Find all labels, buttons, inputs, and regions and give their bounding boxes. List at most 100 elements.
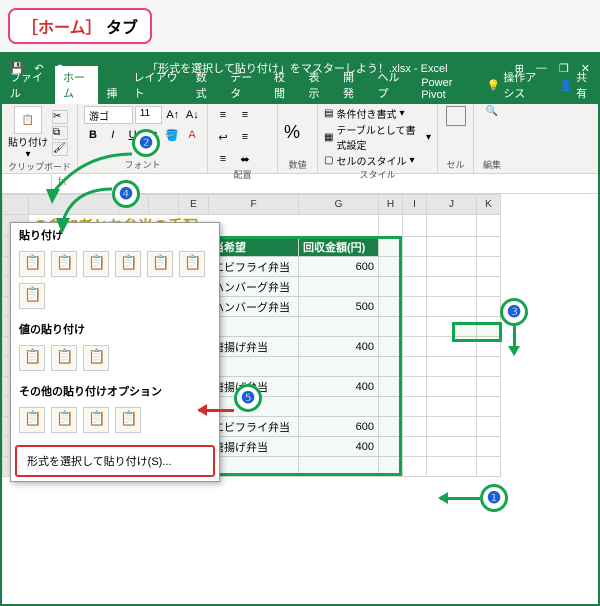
cell[interactable] bbox=[299, 357, 379, 377]
cell[interactable] bbox=[427, 457, 477, 477]
tab-layout[interactable]: レイアウト bbox=[125, 66, 187, 104]
copy-icon[interactable]: ⧉ bbox=[52, 126, 68, 140]
table-header-bento[interactable]: 当希望 bbox=[209, 237, 299, 257]
cell[interactable] bbox=[477, 317, 501, 337]
cell[interactable] bbox=[209, 317, 299, 337]
cell[interactable] bbox=[379, 317, 403, 337]
cell[interactable] bbox=[379, 257, 403, 277]
share-button[interactable]: 👤共有 bbox=[551, 66, 598, 104]
paste-option-icon[interactable] bbox=[83, 251, 109, 277]
paste-values-icon[interactable] bbox=[83, 345, 109, 371]
font-color-icon[interactable]: A bbox=[183, 126, 201, 144]
cell[interactable]: 400 bbox=[299, 437, 379, 457]
tab-formulas[interactable]: 数式 bbox=[188, 66, 223, 104]
col-header[interactable]: I bbox=[403, 195, 427, 215]
col-header[interactable]: J bbox=[427, 195, 477, 215]
align-mid-icon[interactable]: ≡ bbox=[236, 106, 254, 124]
font-name-select[interactable]: 游ゴ bbox=[84, 106, 133, 124]
cell[interactable] bbox=[427, 337, 477, 357]
cell[interactable] bbox=[477, 437, 501, 457]
format-as-table-button[interactable]: ▦テーブルとして書式設定▾ bbox=[324, 122, 431, 152]
cell[interactable]: 400 bbox=[299, 377, 379, 397]
cell[interactable] bbox=[477, 257, 501, 277]
cell[interactable] bbox=[403, 377, 427, 397]
cell[interactable] bbox=[403, 317, 427, 337]
cell[interactable] bbox=[427, 317, 477, 337]
cell[interactable]: 600 bbox=[299, 417, 379, 437]
align-center-icon[interactable]: ≡ bbox=[214, 150, 232, 168]
cell[interactable] bbox=[427, 437, 477, 457]
cell[interactable] bbox=[379, 337, 403, 357]
paste-option-icon[interactable] bbox=[51, 251, 77, 277]
name-box[interactable] bbox=[2, 174, 52, 193]
paste-values-icon[interactable] bbox=[51, 345, 77, 371]
tab-data[interactable]: データ bbox=[222, 66, 266, 104]
increase-font-icon[interactable]: A↑ bbox=[164, 106, 181, 124]
paste-button[interactable]: 📋 貼り付け ▾ bbox=[8, 106, 48, 160]
tab-help[interactable]: ヘルプ bbox=[369, 66, 413, 104]
cell[interactable] bbox=[427, 357, 477, 377]
cell[interactable] bbox=[403, 297, 427, 317]
cell[interactable] bbox=[403, 337, 427, 357]
paste-option-icon[interactable] bbox=[19, 283, 45, 309]
cell[interactable] bbox=[299, 317, 379, 337]
cell[interactable] bbox=[379, 417, 403, 437]
italic-button[interactable]: I bbox=[104, 126, 122, 144]
tab-powerpivot[interactable]: Power Pivot bbox=[413, 74, 478, 104]
decrease-font-icon[interactable]: A↓ bbox=[184, 106, 201, 124]
paste-values-icon[interactable] bbox=[19, 345, 45, 371]
tab-home[interactable]: ホーム bbox=[55, 66, 98, 104]
col-header[interactable]: E bbox=[179, 195, 209, 215]
fill-color-icon[interactable]: 🪣 bbox=[163, 126, 181, 144]
cell[interactable] bbox=[477, 377, 501, 397]
cell[interactable] bbox=[477, 277, 501, 297]
align-top-icon[interactable]: ≡ bbox=[214, 106, 232, 124]
cell[interactable] bbox=[379, 297, 403, 317]
paste-other-icon[interactable] bbox=[115, 407, 141, 433]
cell[interactable] bbox=[379, 457, 403, 477]
paste-option-icon[interactable] bbox=[147, 251, 173, 277]
cell[interactable]: 400 bbox=[299, 337, 379, 357]
col-header[interactable] bbox=[149, 195, 179, 215]
paste-special-item[interactable]: 形式を選択して貼り付け(S)... bbox=[15, 445, 215, 477]
col-header[interactable] bbox=[29, 195, 119, 215]
paste-other-icon[interactable] bbox=[19, 407, 45, 433]
cell[interactable] bbox=[299, 397, 379, 417]
cell[interactable] bbox=[427, 297, 477, 317]
font-size-select[interactable]: 11 bbox=[135, 106, 162, 124]
paste-option-icon[interactable] bbox=[115, 251, 141, 277]
cell-styles-button[interactable]: ▢セルのスタイル▾ bbox=[324, 153, 431, 168]
cell[interactable] bbox=[477, 397, 501, 417]
cell[interactable] bbox=[477, 457, 501, 477]
cell[interactable] bbox=[379, 277, 403, 297]
cell[interactable] bbox=[427, 277, 477, 297]
tab-insert[interactable]: 挿 bbox=[98, 82, 125, 104]
table-header-amount[interactable]: 回収金額(円) bbox=[299, 237, 379, 257]
cell[interactable] bbox=[477, 297, 501, 317]
cell[interactable]: ハンバーグ弁当 bbox=[209, 297, 299, 317]
cell[interactable] bbox=[477, 357, 501, 377]
paste-other-icon[interactable] bbox=[51, 407, 77, 433]
find-icon[interactable]: 🔍 bbox=[486, 106, 498, 117]
paste-other-icon[interactable] bbox=[83, 407, 109, 433]
tab-dev[interactable]: 開発 bbox=[335, 66, 370, 104]
cell[interactable] bbox=[299, 457, 379, 477]
cell[interactable] bbox=[403, 417, 427, 437]
chevron-down-icon[interactable]: ▾ bbox=[25, 149, 30, 160]
bold-button[interactable]: B bbox=[84, 126, 102, 144]
cut-icon[interactable]: ✂ bbox=[52, 110, 68, 124]
cell[interactable] bbox=[403, 277, 427, 297]
col-header[interactable]: F bbox=[209, 195, 299, 215]
fx-icon[interactable]: fx bbox=[52, 174, 73, 193]
cell[interactable]: 唐揚げ弁当 bbox=[209, 437, 299, 457]
cell[interactable] bbox=[403, 357, 427, 377]
cell[interactable] bbox=[209, 457, 299, 477]
cell[interactable] bbox=[403, 257, 427, 277]
tab-file[interactable]: ファイル bbox=[2, 66, 55, 104]
merge-icon[interactable]: ⬌ bbox=[236, 150, 254, 168]
cell[interactable]: 唐揚げ弁当 bbox=[209, 337, 299, 357]
col-header[interactable]: G bbox=[299, 195, 379, 215]
cell[interactable]: 600 bbox=[299, 257, 379, 277]
conditional-format-button[interactable]: ▤条件付き書式▾ bbox=[324, 106, 431, 121]
wrap-text-icon[interactable]: ↩ bbox=[214, 128, 232, 146]
